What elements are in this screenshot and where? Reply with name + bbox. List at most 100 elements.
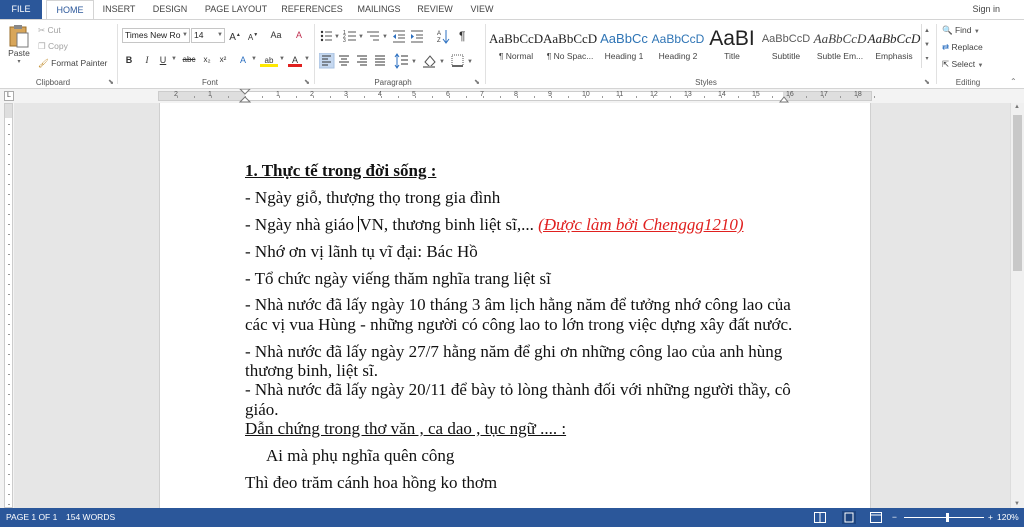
web-layout-icon[interactable] (870, 512, 882, 523)
text-effects-button[interactable]: A (236, 53, 250, 67)
tab-selector-icon[interactable]: L (4, 91, 14, 101)
show-marks-icon[interactable]: ¶ (459, 29, 465, 43)
paste-dropdown-icon[interactable]: ▾ (6, 58, 32, 65)
style-subtle-emphasis[interactable]: AaBbCcD Subtle Em... (813, 24, 867, 68)
align-left-button[interactable] (319, 53, 335, 69)
styles-launcher-icon[interactable]: ⬊ (924, 78, 930, 86)
zoom-in-button[interactable]: + (988, 508, 993, 527)
sort-icon[interactable]: AZ (437, 30, 450, 44)
borders-icon[interactable] (451, 54, 464, 67)
paste-button[interactable]: Paste ▾ (6, 24, 32, 68)
scrollbar-thumb[interactable] (1013, 115, 1022, 271)
collapse-ribbon-icon[interactable]: ⌃ (1010, 77, 1017, 86)
font-name-combo[interactable]: Times New Ro ▼ (122, 28, 190, 43)
scroll-down-icon[interactable]: ▼ (1014, 501, 1020, 507)
cut-button[interactable]: ✂ Cut (38, 25, 61, 36)
chevron-down-icon[interactable]: ▼ (171, 56, 177, 62)
font-size-combo[interactable]: 14 ▼ (191, 28, 225, 43)
chevron-down-icon[interactable]: ▼ (251, 56, 257, 62)
align-right-icon[interactable] (357, 55, 367, 66)
clear-formatting-button[interactable]: A (292, 28, 306, 42)
chevron-down-icon[interactable]: ▼ (334, 34, 340, 40)
strikethrough-button[interactable]: abc (180, 53, 198, 67)
tab-mailings[interactable]: MAILINGS (352, 0, 406, 19)
right-indent-marker-icon[interactable] (779, 93, 789, 103)
copy-button[interactable]: ❐ Copy (38, 41, 68, 52)
chevron-down-icon[interactable]: ▼ (304, 56, 310, 62)
style-subtitle[interactable]: AaBbCcD Subtitle (759, 24, 813, 68)
paragraph-launcher-icon[interactable]: ⬊ (474, 78, 480, 86)
bold-button[interactable]: B (122, 53, 136, 67)
zoom-level[interactable]: 120% (997, 508, 1019, 527)
superscript-button[interactable]: x² (216, 53, 230, 67)
subscript-button[interactable]: x₂ (200, 53, 214, 67)
print-layout-icon[interactable] (842, 511, 856, 524)
horizontal-ruler[interactable]: 2 1 1 2 3 4 5 6 7 8 9 10 11 12 13 14 15 16 17 18 (158, 89, 875, 103)
sign-in-link[interactable]: Sign in (972, 0, 1000, 18)
doc-line[interactable]: - Tổ chức ngày viếng thăm nghĩa trang li… (245, 269, 551, 289)
doc-line[interactable]: thương binh, liệt sĩ. (245, 361, 378, 381)
doc-line-with-credit[interactable]: - Ngày nhà giáo VN, thương binh liệt sĩ,… (245, 215, 744, 235)
shading-icon[interactable] (423, 55, 436, 68)
doc-line[interactable]: - Nhà nước đã lấy ngày 20/11 để bày tỏ l… (245, 380, 791, 400)
italic-button[interactable]: I (140, 53, 154, 67)
font-color-button[interactable]: A (288, 53, 302, 67)
zoom-slider-thumb[interactable] (946, 513, 949, 522)
decrease-indent-icon[interactable] (393, 30, 405, 43)
chevron-down-icon[interactable]: ▼ (382, 34, 388, 40)
shrink-font-button[interactable]: A▼ (246, 28, 260, 42)
doc-line[interactable]: giáo. (245, 400, 279, 420)
tab-references[interactable]: REFERENCES (280, 0, 344, 19)
vertical-scrollbar[interactable]: ▲ ▼ (1010, 103, 1024, 508)
tab-file[interactable]: FILE (0, 0, 42, 19)
line-spacing-icon[interactable] (394, 53, 408, 69)
select-button[interactable]: ⇱ Select ▼ (942, 59, 983, 70)
style-title[interactable]: AaBI Title (705, 24, 759, 68)
style-normal[interactable]: AaBbCcD ¶ Normal (489, 24, 543, 68)
chevron-down-icon[interactable]: ▼ (411, 59, 417, 65)
grow-font-button[interactable]: A▲ (228, 28, 242, 43)
vertical-ruler[interactable] (4, 103, 13, 515)
doc-heading[interactable]: 1. Thực tế trong đời sống : (245, 161, 436, 181)
style-emphasis[interactable]: AaBbCcD Emphasis (867, 24, 921, 68)
change-case-button[interactable]: Aa (266, 28, 286, 42)
tab-view[interactable]: VIEW (462, 0, 502, 19)
read-mode-icon[interactable] (814, 512, 826, 523)
style-heading-2[interactable]: AaBbCcD Heading 2 (651, 24, 705, 68)
align-center-icon[interactable] (339, 55, 349, 66)
document-canvas[interactable]: 1. Thực tế trong đời sống : - Ngày giỗ, … (14, 103, 1010, 508)
tab-page-layout[interactable]: PAGE LAYOUT (200, 0, 272, 19)
replace-button[interactable]: ⇄ Replace (942, 42, 983, 53)
doc-line[interactable]: Ai mà phụ nghĩa quên công (266, 446, 454, 466)
doc-line[interactable]: Thì đeo trăm cánh hoa hồng ko thơm (245, 473, 497, 493)
tab-review[interactable]: REVIEW (414, 0, 456, 19)
chevron-down-icon[interactable]: ▼ (439, 59, 445, 65)
increase-indent-icon[interactable] (411, 30, 423, 43)
numbering-icon[interactable]: 1 2 3 (343, 30, 356, 44)
scroll-up-icon[interactable]: ▲ (1014, 104, 1020, 110)
chevron-down-icon[interactable]: ▼ (922, 38, 932, 52)
zoom-slider[interactable] (904, 513, 984, 522)
chevron-down-icon[interactable]: ▼ (279, 56, 285, 62)
chevron-up-icon[interactable]: ▲ (922, 24, 932, 38)
styles-scroll[interactable]: ▲ ▼ ▾ (921, 24, 932, 68)
doc-line[interactable]: - Nhà nước đã lấy ngày 10 tháng 3 âm lịc… (245, 295, 791, 315)
document-page[interactable]: 1. Thực tế trong đời sống : - Ngày giỗ, … (159, 103, 871, 508)
bullets-icon[interactable] (320, 30, 332, 42)
chevron-down-icon[interactable]: ▼ (467, 59, 473, 65)
page-count[interactable]: PAGE 1 OF 1 (6, 508, 57, 527)
more-styles-icon[interactable]: ▾ (922, 52, 932, 66)
chevron-down-icon[interactable]: ▼ (358, 34, 364, 40)
font-launcher-icon[interactable]: ⬊ (304, 78, 310, 86)
tab-insert[interactable]: INSERT (98, 0, 140, 19)
doc-line[interactable]: các vị vua Hùng - những người có công la… (245, 315, 792, 335)
highlight-button[interactable]: ab (260, 53, 278, 67)
style-heading-1[interactable]: AaBbCc Heading 1 (597, 24, 651, 68)
doc-line[interactable]: - Nhà nước đã lấy ngày 27/7 hằng năm để … (245, 342, 782, 362)
word-count[interactable]: 154 WORDS (66, 508, 115, 527)
format-painter-button[interactable]: 🖌 Format Painter (38, 58, 107, 69)
find-button[interactable]: 🔍 Find ▼ (942, 25, 980, 36)
multilevel-list-icon[interactable] (367, 31, 379, 41)
underline-button[interactable]: U (156, 53, 170, 67)
tab-home[interactable]: HOME (46, 0, 94, 20)
